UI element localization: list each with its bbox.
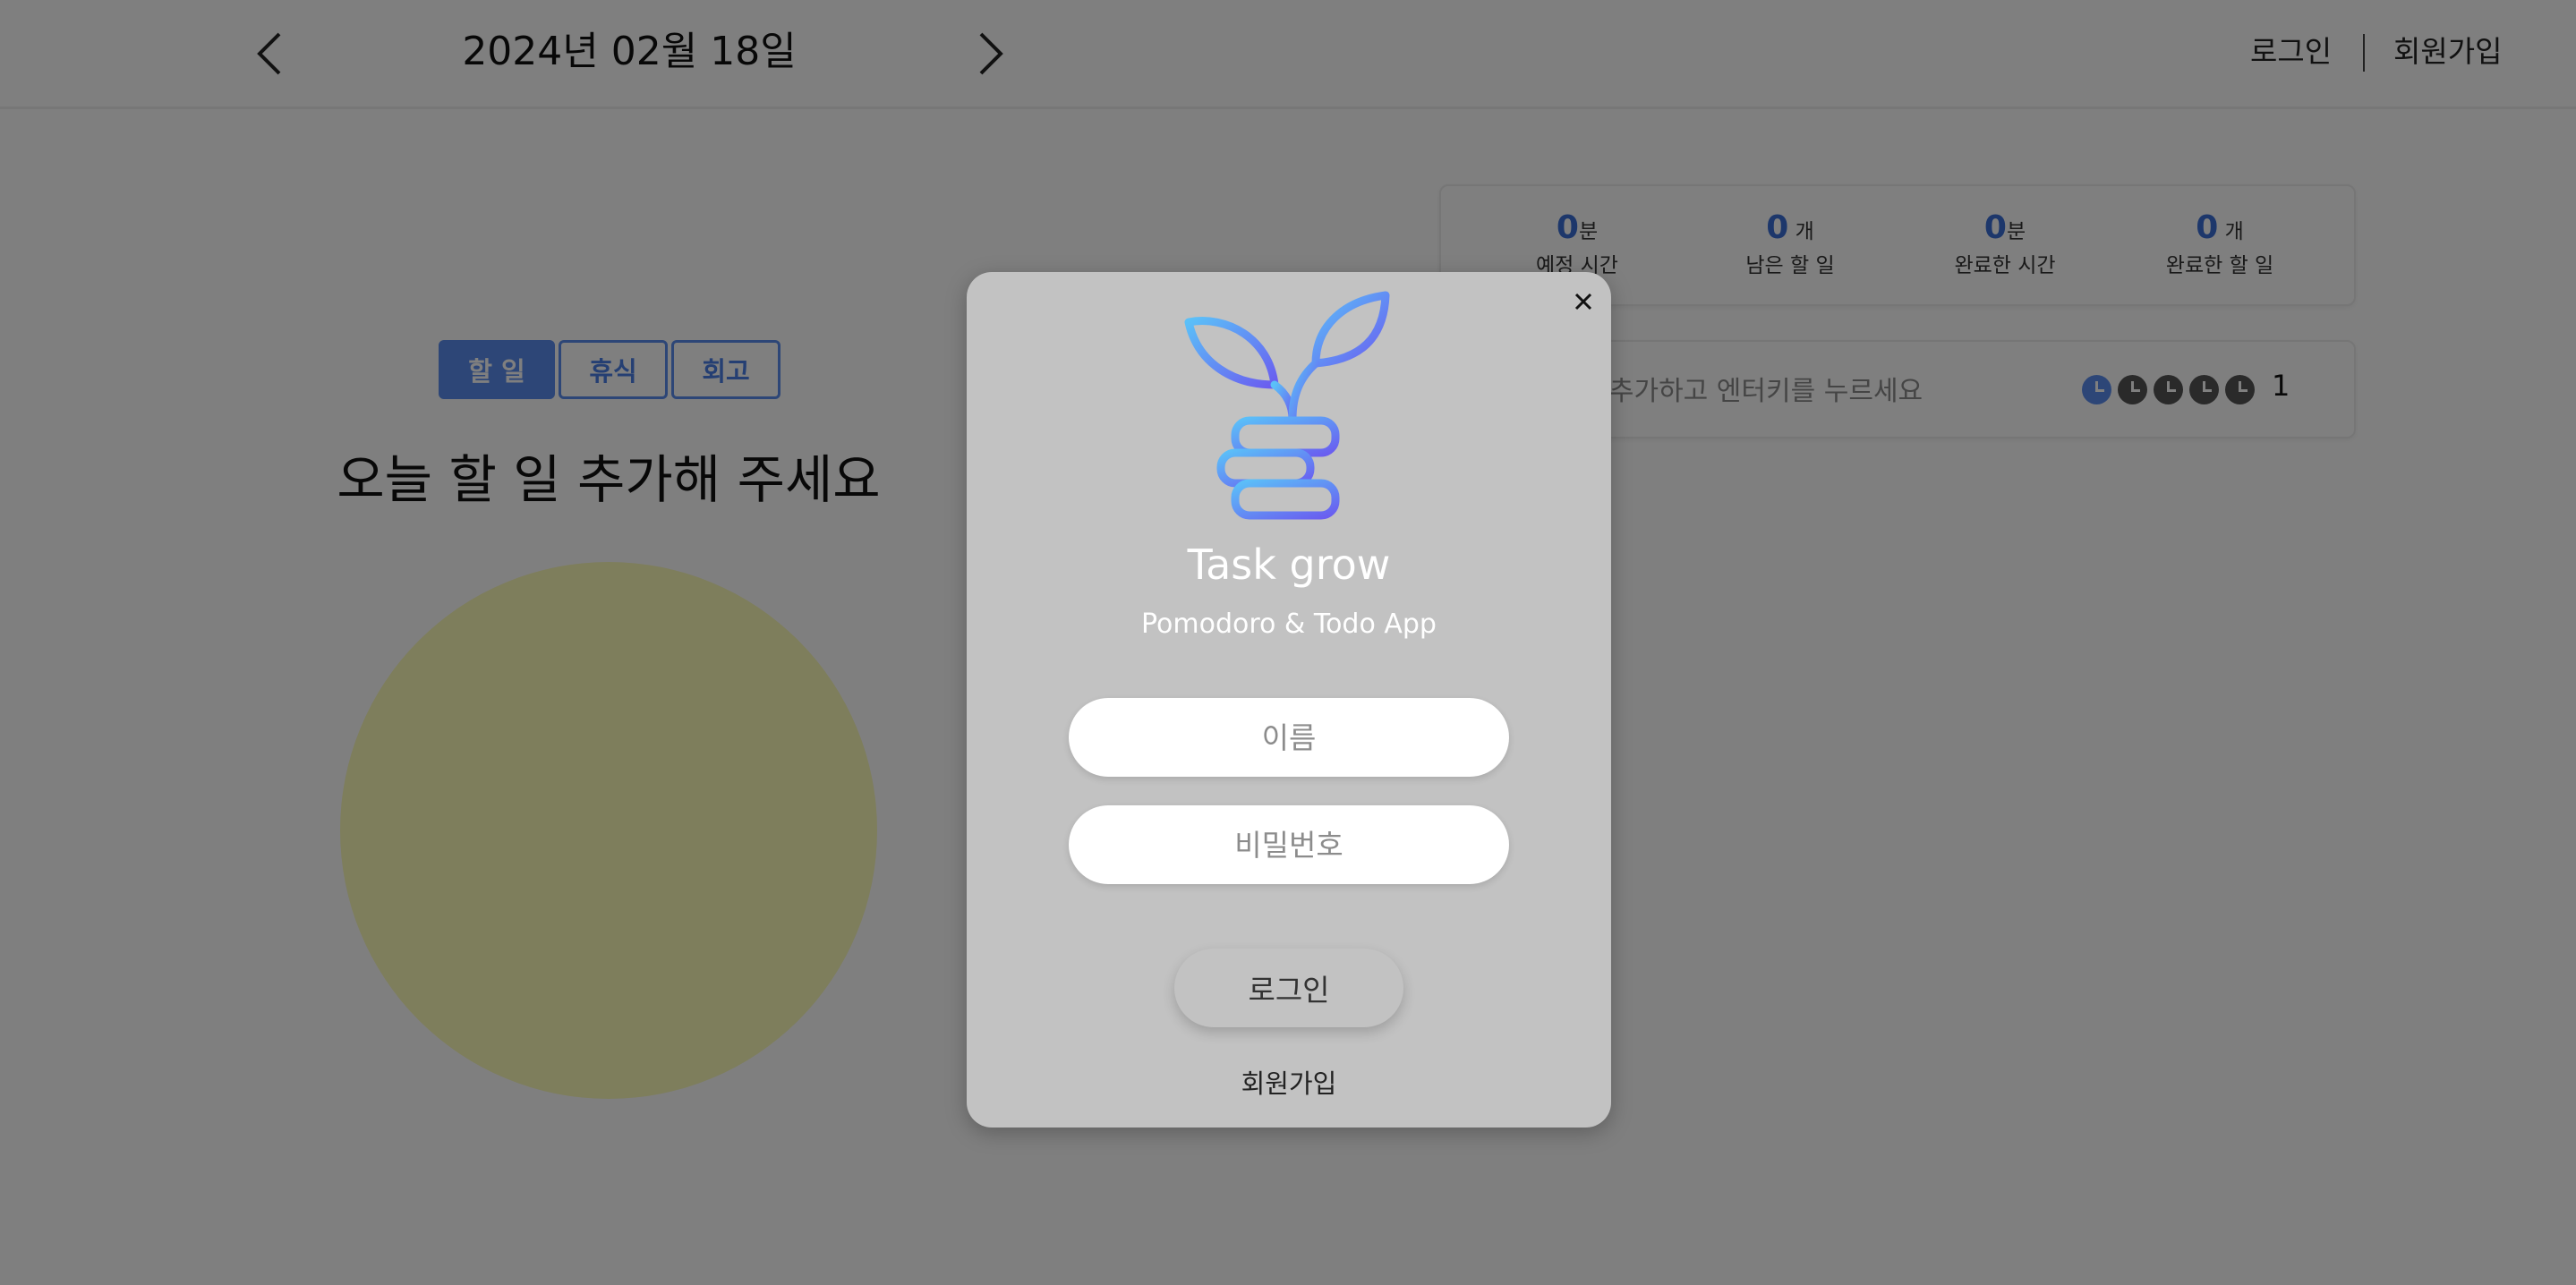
app-title: Task grow [1187, 540, 1391, 589]
login-button[interactable]: 로그인 [1174, 949, 1403, 1027]
password-input[interactable] [1069, 805, 1509, 884]
name-input[interactable] [1069, 698, 1509, 777]
sprout-logo-icon [1184, 291, 1390, 520]
close-icon[interactable] [1570, 288, 1597, 315]
app-subtitle: Pomodoro & Todo App [1141, 608, 1437, 640]
signup-link[interactable]: 회원가입 [967, 1063, 1611, 1101]
login-modal: Task grow Pomodoro & Todo App 로그인 회원가입 [967, 272, 1611, 1128]
